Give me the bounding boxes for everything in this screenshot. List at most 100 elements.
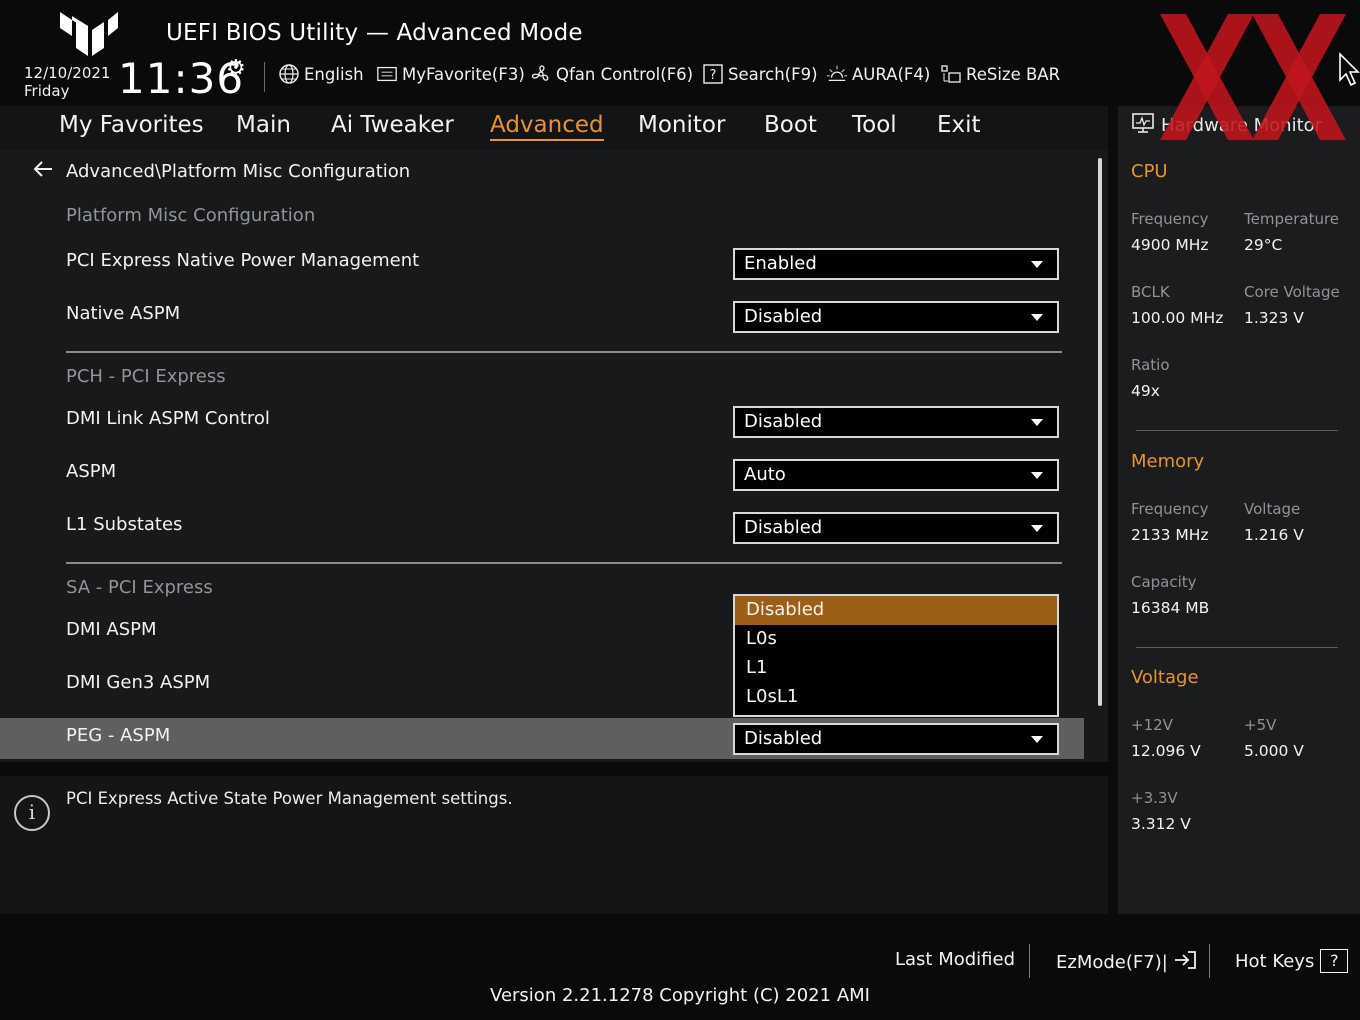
- select-value: Disabled: [744, 411, 823, 432]
- monitor-divider: [1136, 647, 1338, 648]
- tab-main[interactable]: Main: [236, 112, 291, 138]
- cpu-frequency-value: 4900 MHz: [1131, 236, 1209, 254]
- select-l1-substates[interactable]: Disabled: [733, 512, 1059, 544]
- globe-icon: [278, 63, 300, 85]
- last-modified-button[interactable]: Last Modified: [895, 949, 1015, 970]
- setting-label-dmi-gen3-aspm: DMI Gen3 ASPM: [66, 672, 211, 693]
- qfan-label: Qfan Control(F6): [556, 64, 694, 84]
- date-display: 12/10/2021 Friday: [24, 64, 110, 100]
- tab-tool[interactable]: Tool: [852, 112, 897, 138]
- breadcrumb: Advanced\Platform Misc Configuration: [32, 160, 410, 183]
- setting-label-pcie-native-pm: PCI Express Native Power Management: [66, 250, 420, 271]
- memory-frequency-value: 2133 MHz: [1131, 526, 1209, 544]
- day-text: Friday: [24, 82, 70, 100]
- chevron-down-icon: [1031, 419, 1043, 426]
- section-pch-pci-express: PCH - PCI Express: [66, 366, 226, 387]
- v5-value: 5.000 V: [1244, 742, 1304, 760]
- v12-label: +12V: [1131, 716, 1173, 734]
- qfan-control-button[interactable]: Qfan Control(F6): [530, 63, 693, 85]
- setting-label-aspm: ASPM: [66, 461, 117, 482]
- select-aspm[interactable]: Auto: [733, 459, 1059, 491]
- resize-bar-icon: [940, 63, 962, 85]
- section-sa-pci-express: SA - PCI Express: [66, 577, 213, 598]
- v5-label: +5V: [1244, 716, 1277, 734]
- memory-capacity-label: Capacity: [1131, 573, 1197, 591]
- tab-my-favorites[interactable]: My Favorites: [59, 112, 204, 138]
- breadcrumb-path: Advanced\Platform Misc Configuration: [66, 161, 411, 182]
- search-help-icon: ?: [702, 63, 724, 85]
- language-button[interactable]: English: [278, 63, 364, 85]
- aura-button[interactable]: AURA(F4): [826, 63, 930, 85]
- memory-capacity-value: 16384 MB: [1131, 599, 1210, 617]
- main-nav: My Favorites Main Ai Tweaker Advanced Mo…: [0, 106, 1108, 150]
- last-modified-label: Last Modified: [895, 949, 1016, 970]
- option-disabled[interactable]: Disabled: [735, 596, 1057, 625]
- select-value: Auto: [744, 464, 786, 485]
- select-value: Enabled: [744, 253, 817, 274]
- v12-value: 12.096 V: [1131, 742, 1201, 760]
- date-text: 12/10/2021: [24, 64, 111, 82]
- cpu-ratio-label: Ratio: [1131, 356, 1170, 374]
- myfavorite-button[interactable]: MyFavorite(F3): [376, 63, 525, 85]
- chevron-down-icon: [1031, 525, 1043, 532]
- bios-title: UEFI BIOS Utility — Advanced Mode: [166, 20, 583, 46]
- option-l0s[interactable]: L0s: [735, 625, 1057, 654]
- ezmode-label: EzMode(F7)|: [1056, 952, 1168, 973]
- select-dmi-link-aspm[interactable]: Disabled: [733, 406, 1059, 438]
- settings-scrollbar[interactable]: [1098, 158, 1102, 706]
- tuf-logo: [60, 12, 118, 56]
- chevron-down-icon: [1031, 472, 1043, 479]
- select-value: Disabled: [744, 517, 823, 538]
- select-pcie-native-pm[interactable]: Enabled: [733, 248, 1059, 280]
- settings-gear-icon[interactable]: ⚙: [226, 56, 246, 81]
- v33-label: +3.3V: [1131, 789, 1178, 807]
- setting-label-dmi-link-aspm: DMI Link ASPM Control: [66, 408, 270, 429]
- aspm-options-dropdown: Disabled L0s L1 L0sL1: [733, 594, 1059, 717]
- footer-divider: [1029, 944, 1030, 978]
- tab-ai-tweaker[interactable]: Ai Tweaker: [331, 112, 454, 138]
- resize-bar-button[interactable]: ReSize BAR: [940, 63, 1060, 85]
- tab-exit[interactable]: Exit: [937, 112, 981, 138]
- select-peg-aspm[interactable]: Disabled: [733, 723, 1059, 755]
- monitor-icon: [1131, 112, 1155, 139]
- select-value: Disabled: [744, 306, 823, 327]
- search-label: Search(F9): [728, 64, 818, 84]
- resize-bar-label: ReSize BAR: [966, 64, 1061, 84]
- cpu-bclk-value: 100.00 MHz: [1131, 309, 1224, 327]
- option-l0sl1[interactable]: L0sL1: [735, 683, 1057, 712]
- back-arrow-icon[interactable]: [32, 160, 54, 183]
- watermark-logo: [1160, 14, 1346, 140]
- footer-divider: [1209, 944, 1210, 978]
- hot-keys-label: Hot Keys: [1235, 950, 1315, 972]
- cpu-heading: CPU: [1131, 161, 1168, 182]
- tab-boot[interactable]: Boot: [764, 112, 817, 138]
- setting-label-dmi-aspm: DMI ASPM: [66, 619, 157, 640]
- setting-label-l1-substates: L1 Substates: [66, 514, 183, 535]
- ezmode-button[interactable]: EzMode(F7)|: [1056, 949, 1198, 976]
- exit-to-ezmode-icon: [1174, 949, 1198, 976]
- hot-keys-button[interactable]: Hot Keys ?: [1235, 949, 1349, 973]
- cpu-frequency-label: Frequency: [1131, 210, 1209, 228]
- cpu-core-voltage-value: 1.323 V: [1244, 309, 1304, 327]
- myfavorite-label: MyFavorite(F3): [402, 64, 525, 84]
- version-text: Version 2.21.1278 Copyright (C) 2021 AMI: [490, 985, 870, 1006]
- language-label: English: [304, 64, 364, 84]
- memory-voltage-label: Voltage: [1244, 500, 1301, 518]
- cpu-ratio-value: 49x: [1131, 382, 1160, 400]
- aura-label: AURA(F4): [852, 64, 931, 84]
- setting-label-peg-aspm: PEG - ASPM: [66, 725, 171, 746]
- memory-frequency-label: Frequency: [1131, 500, 1209, 518]
- tab-advanced[interactable]: Advanced: [490, 112, 604, 141]
- info-icon: i: [14, 795, 50, 831]
- cpu-core-voltage-label: Core Voltage: [1244, 283, 1340, 301]
- tab-monitor[interactable]: Monitor: [638, 112, 725, 138]
- chevron-down-icon: [1031, 736, 1043, 743]
- mouse-cursor-icon: [1339, 52, 1360, 87]
- favorite-list-icon: [376, 63, 398, 85]
- select-native-aspm[interactable]: Disabled: [733, 301, 1059, 333]
- chevron-down-icon: [1031, 261, 1043, 268]
- setting-label-native-aspm: Native ASPM: [66, 303, 181, 324]
- option-l1[interactable]: L1: [735, 654, 1057, 683]
- search-button[interactable]: ? Search(F9): [702, 63, 818, 85]
- voltage-heading: Voltage: [1131, 667, 1199, 688]
